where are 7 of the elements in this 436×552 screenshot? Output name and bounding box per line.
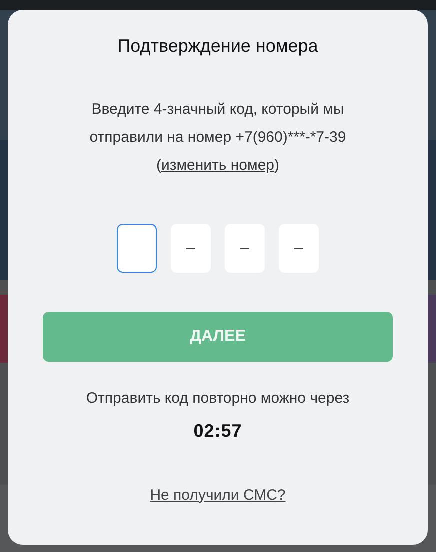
countdown-timer: 02:57 xyxy=(194,420,242,442)
instruction-text: Введите 4-значный код, который мы отправили на номер +7(960)***-*7-39 (изменить номер) xyxy=(88,100,348,176)
code-digit-field[interactable] xyxy=(117,224,157,273)
no-sms-link[interactable]: Не получили СМС? xyxy=(150,484,286,507)
resend-text: Отправить код повторно можно через xyxy=(86,389,350,409)
change-number-link[interactable]: изменить номер xyxy=(161,157,275,174)
modal-title: Подтверждение номера xyxy=(118,35,318,58)
